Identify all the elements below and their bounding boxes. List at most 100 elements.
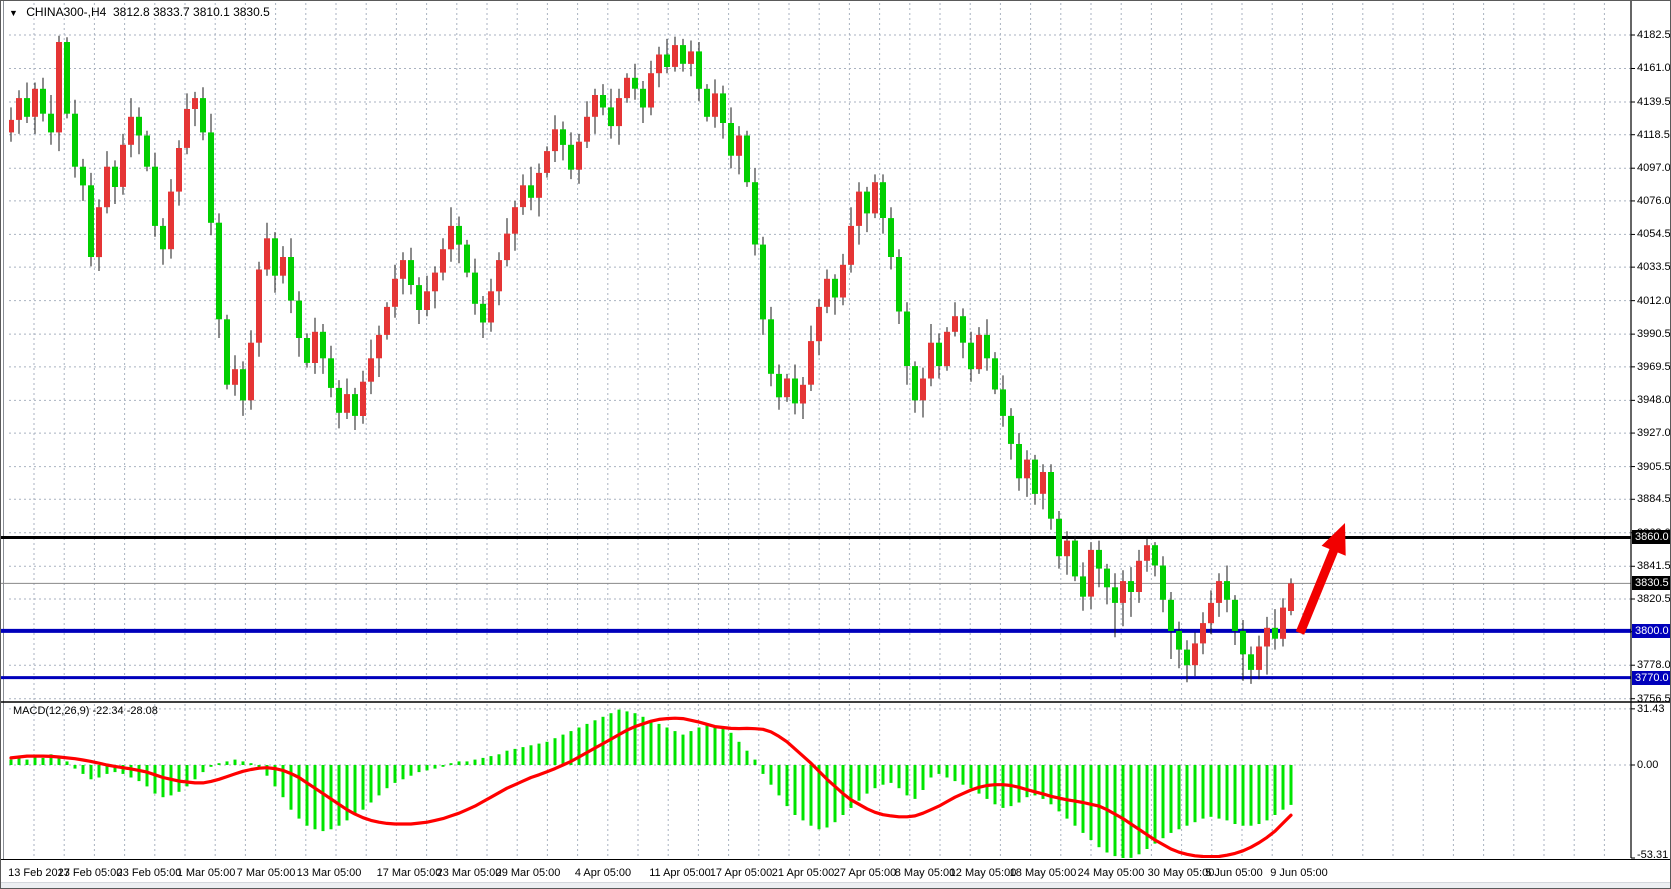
candle [504,234,510,261]
price-tick-label: 3820.5 [1637,593,1671,605]
candle [1096,550,1102,569]
price-tag-3860.0: 3860.0 [1632,530,1671,544]
candle [280,257,286,276]
candles-group [8,36,1294,684]
grid [9,3,1631,858]
candle [1032,460,1038,494]
price-tick-label: 3841.5 [1637,560,1671,572]
candle [632,78,638,89]
candle [128,117,134,145]
candle [248,343,254,401]
candle [448,226,454,249]
time-label: 23 Feb 05:00 [117,867,182,879]
candle [240,369,246,400]
candle [1160,566,1166,600]
candle [624,78,630,98]
candle [864,192,870,214]
candle [304,338,310,363]
candle [184,109,190,148]
candle [1144,545,1150,561]
candle [320,332,326,359]
candle [176,148,182,192]
time-label: 21 Apr 05:00 [772,867,834,879]
candle [664,55,670,68]
candle [768,319,774,374]
candle [64,42,70,114]
time-label: 29 Mar 05:00 [496,867,561,879]
candle [1080,576,1086,596]
candle [704,89,710,117]
candle [576,142,582,170]
chart-canvas[interactable] [1,1,1671,889]
candle [376,335,382,358]
candle [296,301,302,338]
candle [528,185,534,198]
candle [216,223,222,320]
candle [1200,623,1206,643]
candle [1232,600,1238,631]
candle [592,95,598,117]
candle [1040,472,1046,494]
up-arrow-annotation[interactable] [1300,523,1346,633]
macd-histogram [10,710,1293,860]
candle [744,136,750,183]
price-tick-label: 4097.0 [1637,162,1671,174]
candle [8,120,14,132]
price-tick-label: 3990.5 [1637,328,1671,340]
price-tick-label: 3927.0 [1637,427,1671,439]
candle [144,136,150,167]
candle [272,238,278,275]
price-tick-label: 4033.5 [1637,261,1671,273]
price-tick-label: 4161.0 [1637,62,1671,74]
candle [288,257,294,301]
candle [984,335,990,358]
candle [264,238,270,269]
candle [1112,587,1118,603]
candle [1168,600,1174,631]
candle [616,98,622,126]
symbol-dropdown-icon[interactable]: ▼ [9,8,18,18]
candle [728,123,734,156]
candle [856,192,862,226]
candle [800,385,806,404]
time-label: 9 Jun 05:00 [1270,867,1328,879]
time-label: 17 Mar 05:00 [377,867,442,879]
candle [968,343,974,370]
candle [112,167,118,187]
candle [480,304,486,323]
candle [1136,561,1142,592]
candle [1224,581,1230,600]
time-label: 13 Mar 05:00 [297,867,362,879]
price-tick-label: 3884.5 [1637,493,1671,505]
candle [344,394,350,413]
candle [328,358,334,388]
candle [816,307,822,341]
candle [408,260,414,285]
candle [912,366,918,400]
chart-window: ▼ CHINA300-,H4 3812.8 3833.7 3810.1 3830… [0,0,1671,889]
price-tick-label: 4076.0 [1637,195,1671,207]
candle [488,291,494,322]
candle [536,173,542,198]
candle [1288,583,1294,611]
price-tick-label: 3905.5 [1637,461,1671,473]
candle [1272,628,1278,639]
candle [1264,628,1270,647]
time-label: 17 Feb 05:00 [58,867,123,879]
candle [192,98,198,109]
candle [16,98,22,120]
candle [840,265,846,298]
candle [1048,472,1054,519]
candle [152,167,158,226]
candle [424,291,430,310]
price-tick-label: 3948.0 [1637,394,1671,406]
bottom-band [1,882,1671,889]
symbol-info: ▼ CHINA300-,H4 3812.8 3833.7 3810.1 3830… [9,5,270,19]
price-tag-3800.0: 3800.0 [1632,624,1671,638]
candle [584,117,590,142]
time-label: 8 May 05:00 [895,867,956,879]
candle [552,129,558,151]
candle [464,245,470,273]
candle [928,343,934,379]
candle [1016,444,1022,478]
